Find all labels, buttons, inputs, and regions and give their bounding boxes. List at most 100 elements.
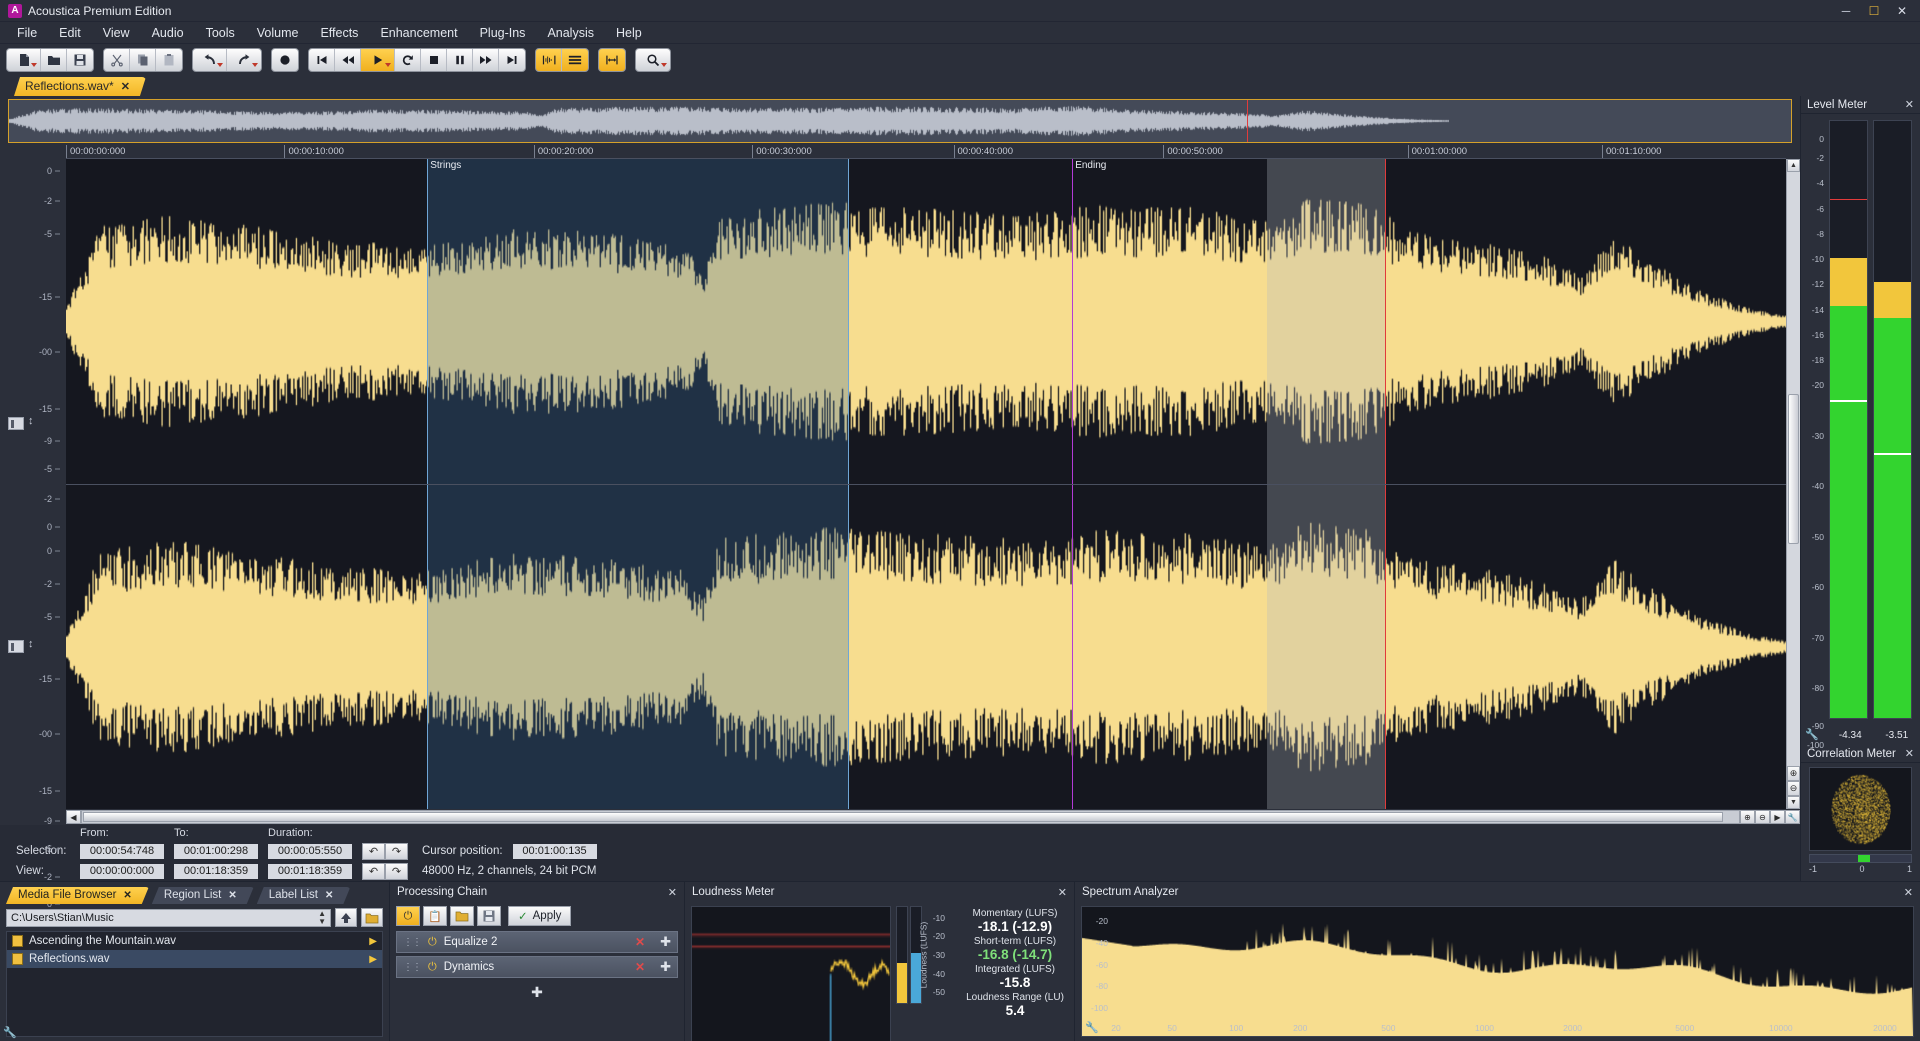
chevron-down-icon[interactable]: [385, 63, 391, 67]
fit-selection-button[interactable]: [536, 49, 562, 71]
menu-item-file[interactable]: File: [6, 23, 48, 43]
close-icon[interactable]: ✕: [1905, 747, 1914, 760]
rewind-button[interactable]: [335, 49, 361, 71]
zoom-in-horizontal-button[interactable]: ⊕: [1740, 810, 1755, 824]
list-item[interactable]: Reflections.wav ▶: [7, 950, 382, 968]
menu-item-tools[interactable]: Tools: [195, 23, 246, 43]
zoom-out-horizontal-button[interactable]: ⊖: [1755, 810, 1770, 824]
chevron-updown-icon[interactable]: ▲ ▼: [318, 909, 326, 926]
play-button[interactable]: [361, 49, 395, 71]
menu-item-help[interactable]: Help: [605, 23, 653, 43]
selection-tool-button[interactable]: [599, 49, 625, 71]
go-to-start-button[interactable]: [309, 49, 335, 71]
chevron-down-icon[interactable]: [217, 63, 223, 67]
browse-folder-button[interactable]: [361, 908, 383, 927]
playhead-cursor[interactable]: [1385, 484, 1387, 809]
view-undo-button[interactable]: ↶: [362, 862, 385, 880]
paste-button[interactable]: [156, 49, 182, 71]
zoom-tool-button[interactable]: [636, 49, 670, 71]
menu-item-audio[interactable]: Audio: [141, 23, 195, 43]
tab-label-list[interactable]: Label List ✕: [257, 887, 351, 904]
chain-save-button[interactable]: [477, 906, 501, 926]
delete-icon[interactable]: ✕: [635, 960, 645, 974]
tab-media-file-browser[interactable]: Media File Browser ✕: [6, 887, 149, 904]
chain-power-button[interactable]: ⏻: [396, 906, 420, 926]
folder-path-input[interactable]: C:\Users\Stian\Music ▲ ▼: [6, 908, 331, 927]
tab-reflections-wav[interactable]: Reflections.wav* ✕: [14, 77, 146, 96]
wrench-icon[interactable]: 🔧: [1085, 1021, 1099, 1034]
menu-item-effects[interactable]: Effects: [309, 23, 369, 43]
chevron-down-icon[interactable]: [31, 63, 37, 67]
parent-folder-button[interactable]: [335, 908, 357, 927]
close-window-button[interactable]: ✕: [1888, 1, 1916, 21]
redo-button[interactable]: [227, 49, 261, 71]
power-icon[interactable]: ⏻: [428, 961, 437, 974]
selection-from-field[interactable]: 00:00:54:748: [80, 843, 164, 859]
chevron-down-icon[interactable]: [661, 63, 667, 67]
selection-highlight[interactable]: [1266, 159, 1386, 484]
selection-redo-button[interactable]: ↷: [385, 842, 408, 860]
selection-highlight[interactable]: [1266, 484, 1386, 809]
close-icon[interactable]: ✕: [325, 890, 333, 901]
region-strings[interactable]: [427, 484, 849, 809]
apply-button[interactable]: ✓ Apply: [508, 906, 572, 926]
menu-item-analysis[interactable]: Analysis: [536, 23, 605, 43]
delete-icon[interactable]: ✕: [635, 935, 645, 949]
speaker-icon[interactable]: [8, 640, 24, 653]
new-file-button[interactable]: [7, 49, 41, 71]
horizontal-scroll-thumb[interactable]: [83, 812, 1724, 822]
close-icon[interactable]: ✕: [121, 80, 130, 93]
waveform-overview[interactable]: [8, 99, 1792, 143]
chain-clipboard-button[interactable]: 📋: [423, 906, 447, 926]
power-icon[interactable]: ⏻: [428, 936, 437, 949]
menu-item-volume[interactable]: Volume: [246, 23, 310, 43]
play-icon[interactable]: ▶: [369, 936, 377, 947]
copy-button[interactable]: [130, 49, 156, 71]
marker-ending[interactable]: [1072, 159, 1074, 484]
scroll-down-button[interactable]: ▼: [1787, 796, 1800, 809]
undo-button[interactable]: [193, 49, 227, 71]
minimize-button[interactable]: ─: [1832, 1, 1860, 21]
marker-ending[interactable]: [1072, 484, 1074, 809]
close-icon[interactable]: ✕: [668, 886, 677, 899]
close-icon[interactable]: ✕: [123, 890, 131, 901]
fast-forward-button[interactable]: [473, 49, 499, 71]
loop-button[interactable]: [395, 49, 421, 71]
drag-handle-icon[interactable]: ⋮⋮: [403, 962, 422, 973]
close-icon[interactable]: ✕: [1058, 886, 1067, 899]
selection-to-field[interactable]: 00:01:00:298: [174, 843, 258, 859]
close-icon[interactable]: ✕: [1905, 98, 1914, 111]
region-strings[interactable]: [427, 159, 849, 484]
pause-button[interactable]: [447, 49, 473, 71]
view-redo-button[interactable]: ↷: [385, 862, 408, 880]
tab-region-list[interactable]: Region List ✕: [152, 887, 254, 904]
play-icon[interactable]: ▶: [369, 954, 377, 965]
updown-arrow-icon[interactable]: ↕: [28, 638, 34, 650]
spectral-view-button[interactable]: [562, 49, 588, 71]
scroll-left-button[interactable]: ◀: [66, 810, 81, 824]
effect-row[interactable]: ⋮⋮ ⏻ Equalize 2 ✕ ✚: [396, 931, 678, 953]
chevron-down-icon[interactable]: [252, 63, 258, 67]
view-to-field[interactable]: 00:01:18:359: [174, 863, 258, 879]
go-to-end-button[interactable]: [499, 49, 525, 71]
open-file-button[interactable]: [41, 49, 67, 71]
scroll-right-button[interactable]: ▶: [1770, 810, 1785, 824]
speaker-icon[interactable]: [8, 417, 24, 430]
add-effect-row[interactable]: ✚: [396, 984, 678, 1001]
vertical-scrollbar[interactable]: ▲ ⊕ ⊖ ▼: [1786, 159, 1800, 809]
scroll-settings-button[interactable]: 🔧: [1785, 810, 1800, 824]
list-item[interactable]: Ascending the Mountain.wav ▶: [7, 932, 382, 950]
playhead-cursor[interactable]: [1385, 159, 1387, 484]
zoom-in-vertical-button[interactable]: ⊕: [1787, 766, 1800, 781]
effect-row[interactable]: ⋮⋮ ⏻ Dynamics ✕ ✚: [396, 956, 678, 978]
selection-undo-button[interactable]: ↶: [362, 842, 385, 860]
cut-button[interactable]: [104, 49, 130, 71]
cursor-position-field[interactable]: 00:01:00:135: [512, 843, 597, 859]
timeline-ruler[interactable]: 00:00:00:000 00:00:10:000 00:00:20:000 00:0…: [66, 145, 1786, 159]
record-button[interactable]: [272, 49, 298, 71]
waveform-channel-left[interactable]: Strings Ending: [66, 159, 1786, 485]
close-icon[interactable]: ✕: [228, 890, 236, 901]
menu-item-view[interactable]: View: [92, 23, 141, 43]
file-list[interactable]: Ascending the Mountain.wav ▶ Reflections.w…: [6, 931, 383, 1037]
vertical-scroll-thumb[interactable]: [1788, 394, 1799, 544]
